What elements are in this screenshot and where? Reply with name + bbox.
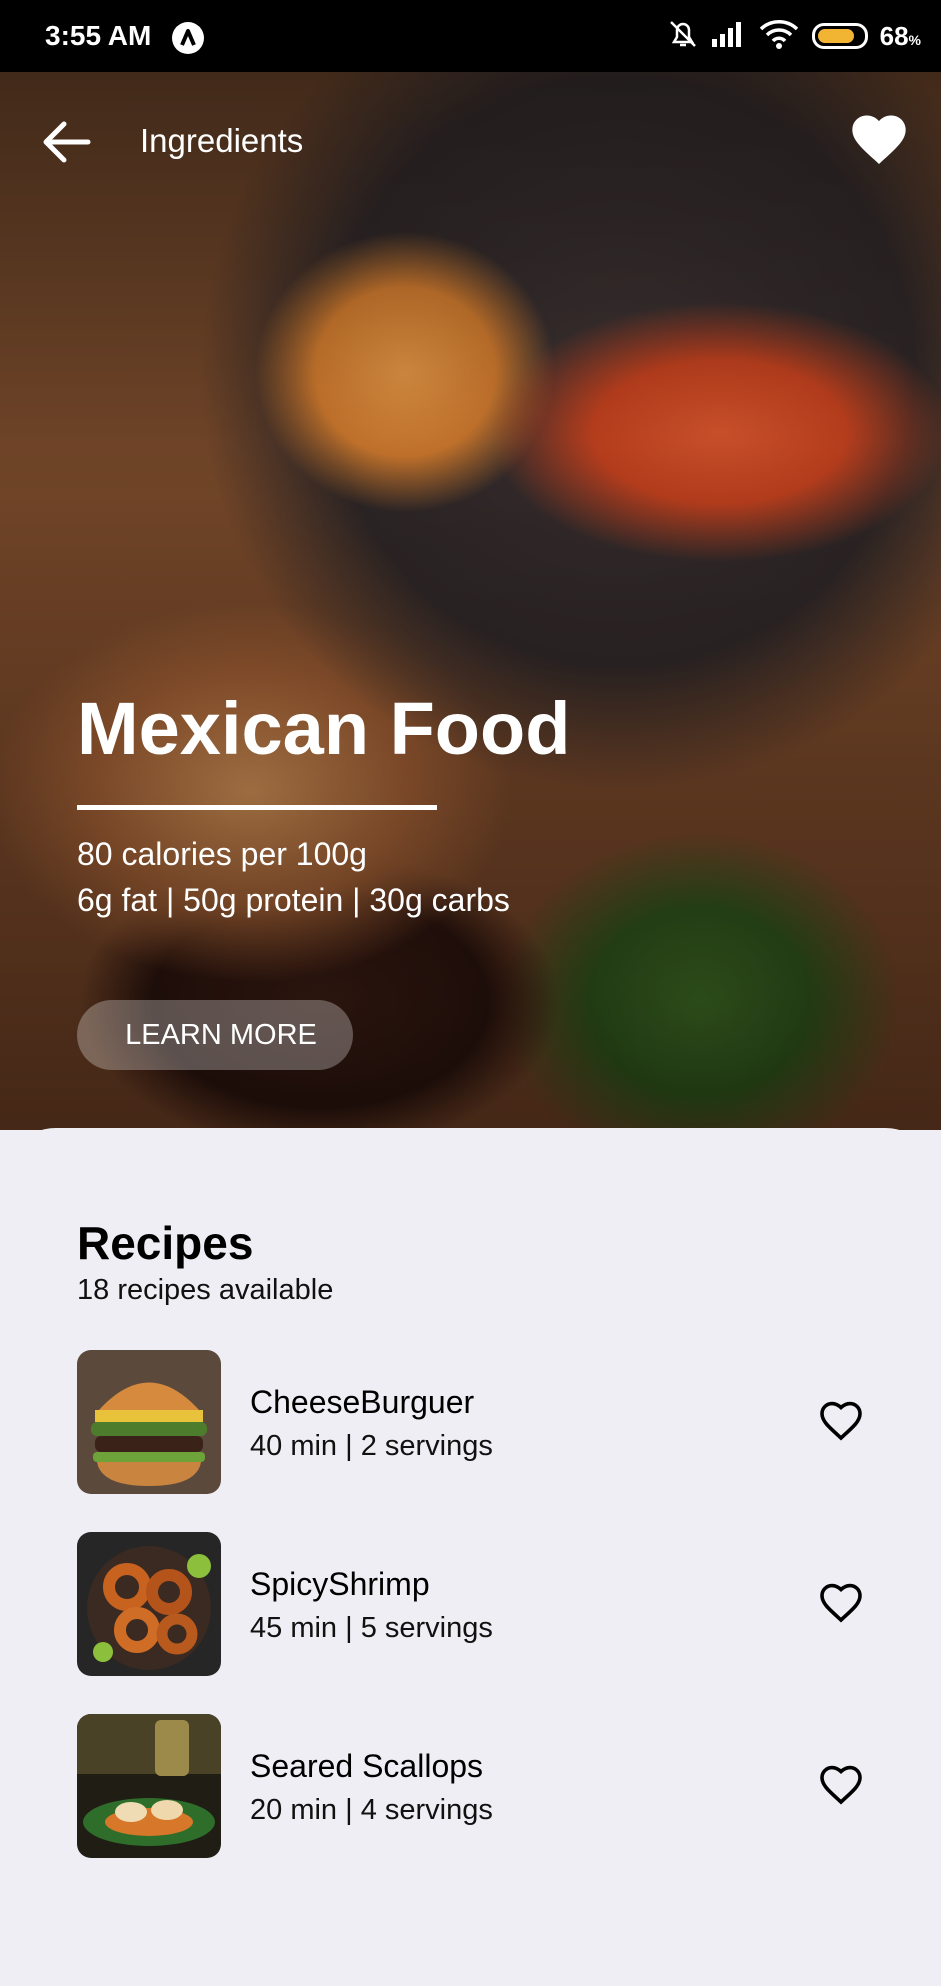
recipe-item[interactable]: SpicyShrimp 45 min | 5 servings [77, 1532, 877, 1676]
status-time: 3:55 AM [45, 20, 152, 51]
page-title: Ingredients [140, 122, 304, 159]
recipes-sheet: Recipes 18 recipes available CheeseBurgu… [0, 1128, 941, 1986]
calories-text: 80 calories per 100g [77, 836, 367, 872]
learn-more-button[interactable]: LEARN MORE [77, 1000, 353, 1070]
recipe-name: SpicyShrimp [250, 1566, 430, 1602]
recipe-name: CheeseBurguer [250, 1384, 475, 1420]
wifi-icon [758, 18, 800, 55]
recipe-item[interactable]: Seared Scallops 20 min | 4 servings [77, 1714, 877, 1858]
heart-outline-icon[interactable] [817, 1398, 865, 1442]
recipe-meta: 45 min | 5 servings [250, 1612, 493, 1644]
status-bar: 3:55 AM 68% [0, 0, 941, 72]
hero-title: Mexican Food [77, 687, 571, 770]
heart-filled-icon[interactable] [847, 108, 911, 172]
battery-icon [811, 23, 868, 49]
back-arrow-icon[interactable] [40, 117, 94, 167]
heart-outline-icon[interactable] [817, 1580, 865, 1624]
recipes-count: 18 recipes available [77, 1274, 334, 1306]
recipe-meta: 20 min | 4 servings [250, 1794, 493, 1826]
recipe-thumbnail-burger [77, 1350, 221, 1494]
signal-icon [710, 19, 746, 54]
heart-outline-icon[interactable] [817, 1762, 865, 1806]
recipe-thumbnail-shrimp [77, 1532, 221, 1676]
recipe-meta: 40 min | 2 servings [250, 1430, 493, 1462]
recipe-thumbnail-scallops [77, 1714, 221, 1858]
assistant-icon [172, 22, 204, 54]
title-underline [77, 805, 437, 810]
recipes-title: Recipes [77, 1217, 254, 1269]
recipe-name: Seared Scallops [250, 1748, 484, 1784]
battery-level: 68% [879, 20, 921, 51]
macros-text: 6g fat | 50g protein | 30g carbs [77, 882, 510, 918]
status-icons: 68% [668, 18, 921, 54]
hero-image: Ingredients Mexican Food 80 calories per… [0, 72, 941, 1130]
bell-off-icon [668, 18, 698, 55]
recipe-item[interactable]: CheeseBurguer 40 min | 2 servings [77, 1350, 877, 1494]
